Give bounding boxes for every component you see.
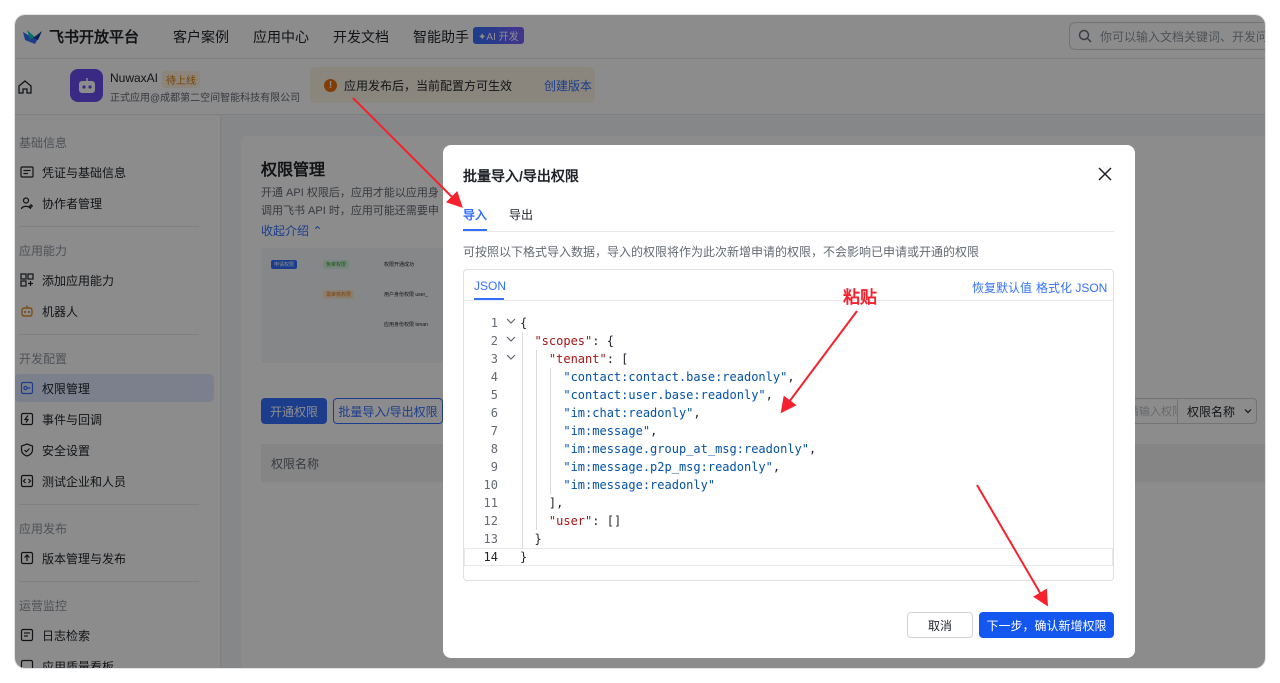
editor-toolbar: JSON 恢复默认值 格式化 JSON xyxy=(464,270,1113,301)
line-number: 13 xyxy=(483,532,498,546)
dialog-title: 批量导入/导出权限 xyxy=(463,168,579,184)
code-line: 5 "contact:user.base:readonly", xyxy=(464,386,1113,404)
paste-annotation-label: 粘贴 xyxy=(843,288,877,307)
line-number: 10 xyxy=(483,478,498,492)
json-string: "im:message.group_at_msg:readonly" xyxy=(563,442,809,456)
fold-chevron-icon[interactable] xyxy=(505,333,517,345)
fold-chevron-icon[interactable] xyxy=(505,315,517,327)
json-key: "scopes" xyxy=(534,334,593,348)
json-string: "im:chat:readonly" xyxy=(563,406,694,420)
code-text: "im:message:readonly" xyxy=(520,476,715,494)
code-line: 7 "im:message", xyxy=(464,422,1113,440)
line-number: 6 xyxy=(490,406,498,420)
code-text: "contact:contact.base:readonly", xyxy=(563,370,795,384)
line-number: 14 xyxy=(483,550,498,564)
code-line: 11 ], xyxy=(464,494,1113,512)
line-number: 4 xyxy=(490,370,498,384)
batch-permission-dialog: 批量导入/导出权限 导入 导出 可按照以下格式导入数据，导入的权限将作为此次新增… xyxy=(443,145,1135,658)
line-number: 12 xyxy=(483,514,498,528)
json-key: "tenant" xyxy=(548,352,607,366)
editor-tab-indicator xyxy=(474,298,504,300)
cancel-button[interactable]: 取消 xyxy=(907,612,973,638)
code-punct: } xyxy=(534,532,542,546)
code-punct: ], xyxy=(548,496,564,510)
code-text: "im:message.p2p_msg:readonly", xyxy=(563,460,781,474)
code-text: "contact:user.base:readonly", xyxy=(563,388,773,402)
code-text: } xyxy=(520,550,528,564)
line-number: 8 xyxy=(490,442,498,456)
json-string: "im:message:readonly" xyxy=(563,478,716,492)
code-line: 12 "user": [] xyxy=(464,512,1113,530)
code-text: "user": [] xyxy=(548,514,622,528)
tab-export[interactable]: 导出 xyxy=(509,206,533,223)
code-line: 8 "im:message.group_at_msg:readonly", xyxy=(464,440,1113,458)
tab-import[interactable]: 导入 xyxy=(463,206,487,223)
json-string: "contact:user.base:readonly" xyxy=(563,388,766,402)
close-icon[interactable] xyxy=(1096,165,1114,183)
code-line: 1{ xyxy=(464,314,1113,332)
line-number: 5 xyxy=(490,388,498,402)
code-line: 13 } xyxy=(464,530,1113,548)
format-json-button[interactable]: 格式化 JSON xyxy=(1036,279,1107,296)
code-line: 10 "im:message:readonly" xyxy=(464,476,1113,494)
app-window: 飞书开放平台 客户案例 应用中心 开发文档 智能助手 ✦AI 开发 你可以输入文档… xyxy=(15,15,1265,668)
code-text: ], xyxy=(520,494,563,512)
line-number: 9 xyxy=(490,460,498,474)
json-string: "im:message" xyxy=(563,424,651,438)
code-text: "scopes": { xyxy=(534,334,614,348)
fold-chevron-icon[interactable] xyxy=(505,351,517,363)
code-text: "im:message", xyxy=(563,424,658,438)
code-area[interactable]: 1{ 2 "scopes": { 3 "tenant": [ 4 "contac… xyxy=(464,314,1113,566)
code-text: { xyxy=(520,316,528,330)
code-line-current: 14} xyxy=(464,548,1113,566)
code-line: 3 "tenant": [ xyxy=(464,350,1113,368)
line-number: 11 xyxy=(483,496,498,510)
json-editor[interactable]: JSON 恢复默认值 格式化 JSON 1{ 2 "scopes": { 3 "… xyxy=(463,269,1114,581)
json-string: "contact:contact.base:readonly" xyxy=(563,370,788,384)
tab-divider xyxy=(463,231,1114,232)
line-number: 3 xyxy=(490,352,498,366)
code-text: "im:chat:readonly", xyxy=(563,406,701,420)
code-text: "im:message.group_at_msg:readonly", xyxy=(563,442,817,456)
code-line: 4 "contact:contact.base:readonly", xyxy=(464,368,1113,386)
line-number: 2 xyxy=(490,334,498,348)
next-confirm-button[interactable]: 下一步，确认新增权限 xyxy=(979,612,1114,638)
code-text: } xyxy=(520,530,542,548)
line-number: 1 xyxy=(490,316,498,330)
json-string: "im:message.p2p_msg:readonly" xyxy=(563,460,773,474)
code-text: "tenant": [ xyxy=(548,352,629,366)
import-description: 可按照以下格式导入数据，导入的权限将作为此次新增申请的权限，不会影响已申请或开通… xyxy=(463,245,980,259)
restore-default-button[interactable]: 恢复默认值 xyxy=(972,279,1032,296)
code-line: 6 "im:chat:readonly", xyxy=(464,404,1113,422)
editor-tab-json[interactable]: JSON xyxy=(474,279,506,293)
json-key: "user" xyxy=(548,514,593,528)
line-number: 7 xyxy=(490,424,498,438)
code-line: 2 "scopes": { xyxy=(464,332,1113,350)
code-line: 9 "im:message.p2p_msg:readonly", xyxy=(464,458,1113,476)
